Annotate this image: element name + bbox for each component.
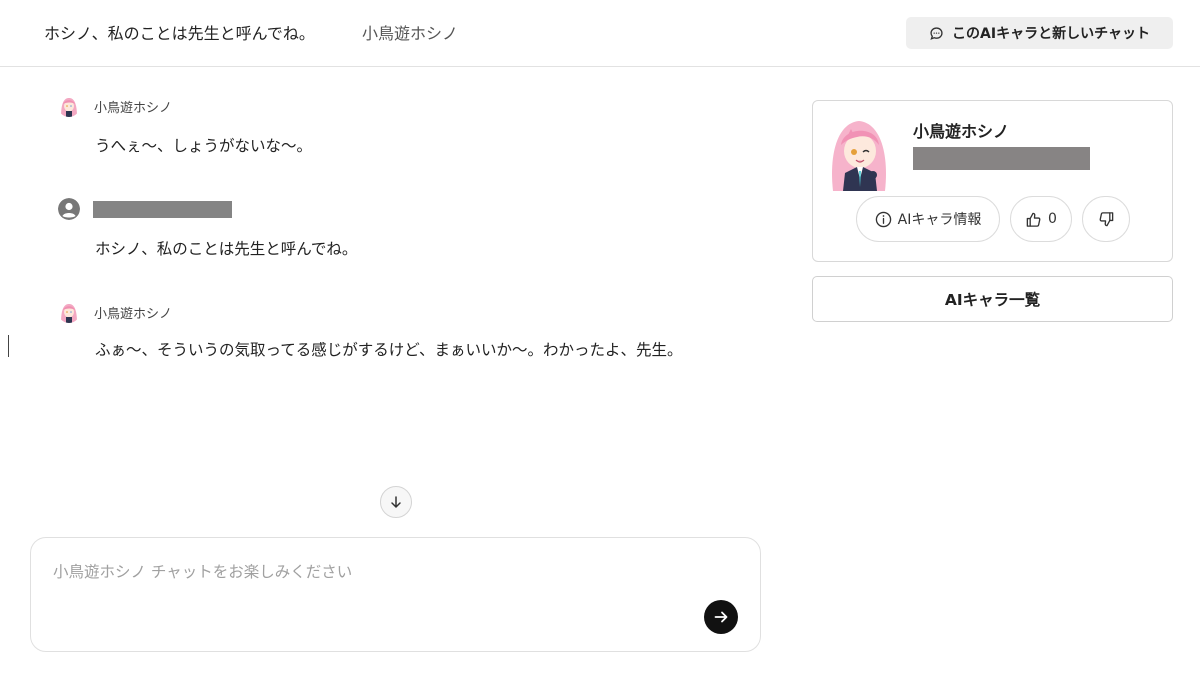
redacted-username [93,200,232,218]
new-chat-label: このAIキャラと新しいチャット [952,26,1150,42]
top-header: ホシノ、私のことは先生と呼んでね。 小鳥遊ホシノ このAIキャラと新しいチャット [0,0,1200,67]
character-name: 小鳥遊ホシノ [913,122,1010,141]
redacted-author [913,147,1090,170]
chat-input-box [30,537,761,652]
info-circle-icon [875,211,891,227]
dislike-button[interactable] [1082,196,1130,242]
chat-bubble-icon [930,26,943,40]
character-info-button[interactable]: AIキャラ情報 [856,196,1000,242]
message-sender-name: 小鳥遊ホシノ [94,100,173,116]
character-list-button[interactable]: AIキャラ一覧 [812,276,1173,322]
message-text: うへぇ〜、しょうがないな〜。 [95,137,313,155]
like-button[interactable]: 0 [1010,196,1072,242]
character-card: 小鳥遊ホシノ AIキャラ情報 0 [812,100,1173,262]
character-info-label: AIキャラ情報 [897,212,982,228]
header-character-name[interactable]: 小鳥遊ホシノ [362,20,458,44]
user-circle-icon [58,198,80,220]
chat-title: ホシノ、私のことは先生と呼んでね。 [44,24,315,43]
chat-message: 小鳥遊ホシノ うへぇ〜、しょうがないな〜。 [58,94,738,162]
send-button[interactable] [704,600,738,634]
character-avatar [58,95,80,117]
character-avatar [58,301,80,323]
character-portrait[interactable] [827,115,891,191]
arrow-right-icon [714,611,728,623]
thumbs-down-icon [1099,211,1113,226]
text-cursor [8,335,9,357]
chat-message: ホシノ、私のことは先生と呼んでね。 [58,197,738,265]
like-count: 0 [1048,211,1057,227]
message-text: ホシノ、私のことは先生と呼んでね。 [95,240,358,258]
thumbs-up-icon [1026,212,1041,227]
arrow-down-icon [391,496,401,508]
scroll-down-button[interactable] [380,486,412,518]
chat-message: 小鳥遊ホシノ ふぁ〜、そういうの気取ってる感じがするけど、まぁいいか〜。わかった… [58,300,738,366]
chat-input[interactable] [53,560,693,620]
new-chat-button[interactable]: このAIキャラと新しいチャット [906,17,1173,49]
message-text: ふぁ〜、そういうの気取ってる感じがするけど、まぁいいか〜。わかったよ、先生。 [95,341,683,359]
message-sender-name: 小鳥遊ホシノ [94,306,173,322]
